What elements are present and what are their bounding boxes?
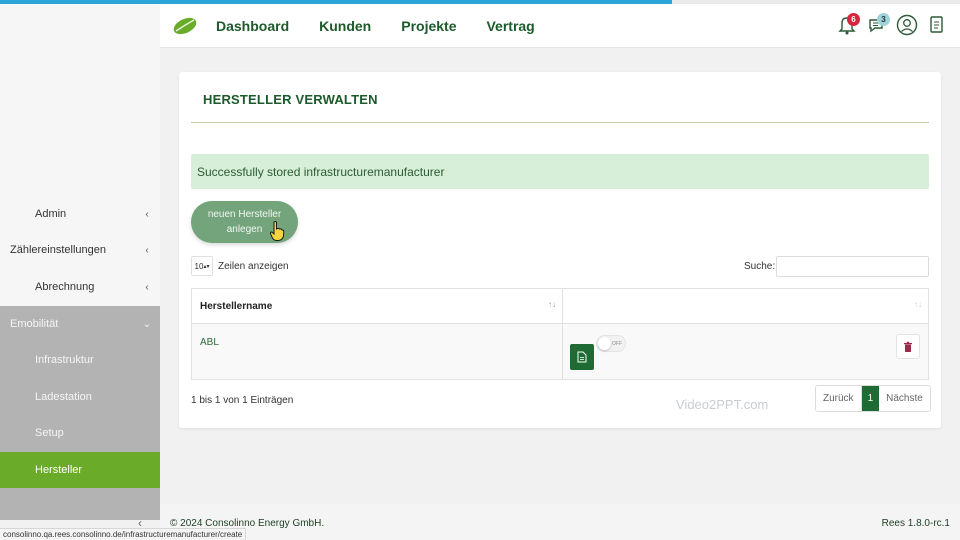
nav-vertrag[interactable]: Vertrag — [486, 18, 534, 34]
sort-icon: ↑↓ — [914, 300, 922, 309]
sidebar-item-ladestation[interactable]: Ladestation — [0, 379, 160, 415]
sidebar-item-label: Infrastruktur — [35, 354, 94, 366]
chevron-left-icon: ‹ — [145, 244, 149, 256]
sidebar-item-hersteller[interactable]: Hersteller — [0, 452, 160, 488]
document-icon — [930, 16, 943, 33]
pagination: Zurück 1 Nächste — [815, 385, 931, 412]
footer: © 2024 Consolinno Energy GmbH. Rees 1.8.… — [160, 504, 960, 540]
toggle-knob — [598, 337, 611, 350]
page-length-select[interactable]: 10 ▴▾ — [191, 256, 213, 276]
column-header-actions[interactable]: ↑↓ — [563, 289, 928, 323]
page-length-value: 10 — [194, 261, 204, 271]
user-profile-button[interactable] — [892, 10, 922, 40]
document-button[interactable] — [922, 10, 952, 40]
manufacturer-name-link[interactable]: ABL — [200, 337, 219, 348]
sidebar-item-label: Emobilität — [10, 318, 59, 330]
toggle-state-label: OFF — [612, 340, 622, 347]
page-load-progress — [0, 0, 960, 4]
table-row: ABL OFF — [192, 324, 928, 379]
header-icons: 6 3 — [832, 10, 952, 40]
footer-version: Rees 1.8.0-rc.1 — [881, 518, 950, 529]
sidebar-item-emobilitaet[interactable]: Emobilität ⌄ — [0, 306, 160, 342]
nav-kunden[interactable]: Kunden — [319, 18, 371, 34]
page-length-control: 10 ▴▾ Zeilen anzeigen — [191, 256, 289, 276]
create-button-line1: neuen Hersteller — [207, 209, 282, 220]
page-title: HERSTELLER VERWALTEN — [203, 92, 378, 107]
browser-status-url: consolinno.qa.rees.consolinno.de/infrast… — [0, 528, 247, 540]
sidebar-item-infrastruktur[interactable]: Infrastruktur — [0, 342, 160, 378]
messages-badge: 3 — [877, 13, 890, 26]
table-cell-name: ABL — [192, 324, 563, 379]
search-input[interactable] — [776, 256, 929, 277]
sort-icon: ↑↓ — [548, 300, 556, 309]
pagination-previous[interactable]: Zurück — [816, 386, 862, 411]
leaf-logo-icon[interactable] — [172, 15, 198, 37]
hand-pointer-cursor-icon — [269, 221, 285, 241]
notifications-badge: 6 — [847, 13, 860, 26]
chevron-down-icon: ⌄ — [142, 318, 152, 330]
watermark: Video2PPT.com — [676, 397, 769, 412]
chevron-left-icon: ‹ — [145, 281, 149, 293]
trash-icon — [904, 341, 912, 352]
sidebar-item-abrechnung[interactable]: Abrechnung ‹ — [0, 269, 160, 305]
nav-projekte[interactable]: Projekte — [401, 18, 456, 34]
sidebar-item-label: Ladestation — [35, 391, 92, 403]
sidebar-item-label: Abrechnung — [35, 281, 95, 293]
main-nav: Dashboard Kunden Projekte Vertrag — [216, 18, 565, 34]
sidebar-item-label: Zählereinstellungen — [10, 244, 107, 256]
sidebar-item-label: Admin — [35, 208, 67, 220]
notifications-button[interactable]: 6 — [832, 10, 862, 40]
pagination-page-1[interactable]: 1 — [861, 386, 880, 411]
success-alert: Successfully stored infrastructuremanufa… — [191, 154, 929, 189]
nav-dashboard[interactable]: Dashboard — [216, 18, 289, 34]
edit-button[interactable] — [570, 344, 594, 370]
column-header-label: Herstellername — [200, 300, 273, 312]
sidebar-item-zaehlereinstellungen[interactable]: Zählereinstellungen ‹ — [0, 232, 160, 268]
active-toggle[interactable]: OFF — [596, 335, 626, 352]
sidebar: Admin ‹ Zählereinstellungen ‹ Abrechnung… — [0, 4, 160, 530]
column-header-name[interactable]: Herstellername ↑↓ — [192, 289, 563, 323]
page-load-progress-fill — [0, 0, 672, 4]
table-cell-actions: OFF — [563, 324, 928, 379]
table-header-row: Herstellername ↑↓ ↑↓ — [192, 289, 928, 324]
manufacturer-card: HERSTELLER VERWALTEN Successfully stored… — [179, 72, 941, 428]
page-length-label: Zeilen anzeigen — [218, 260, 289, 272]
create-button-line2: anlegen — [226, 224, 263, 235]
chevron-left-icon: ‹ — [145, 208, 149, 220]
sidebar-item-label: Setup — [35, 427, 64, 439]
search-label: Suche: — [744, 261, 776, 272]
top-header: Dashboard Kunden Projekte Vertrag 6 3 — [160, 4, 960, 48]
sidebar-item-admin[interactable]: Admin ‹ — [0, 196, 160, 232]
sidebar-item-setup[interactable]: Setup — [0, 415, 160, 451]
pagination-next[interactable]: Nächste — [879, 386, 930, 411]
title-divider — [191, 122, 929, 123]
manufacturer-table: Herstellername ↑↓ ↑↓ ABL OFF — [191, 288, 929, 380]
table-info: 1 bis 1 von 1 Einträgen — [191, 395, 294, 406]
user-icon — [896, 14, 918, 36]
delete-button[interactable] — [896, 334, 920, 359]
edit-document-icon — [577, 351, 587, 363]
messages-button[interactable]: 3 — [862, 10, 892, 40]
sidebar-item-label: Hersteller — [35, 464, 83, 476]
